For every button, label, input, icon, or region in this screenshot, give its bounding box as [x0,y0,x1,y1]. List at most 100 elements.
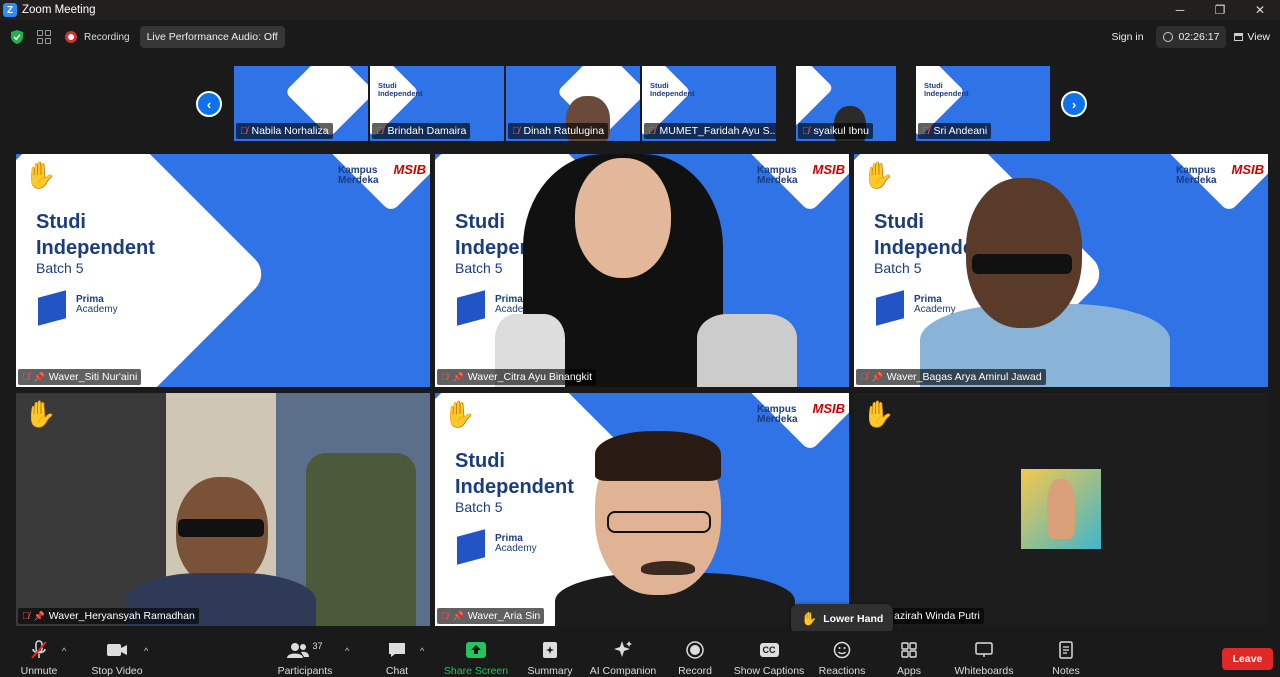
record-icon [686,639,704,661]
participant-name-tag: 🎙̸ 📌 Waver_Citra Ayu Binangkit [437,369,597,385]
muted-mic-icon: 🎙̸ [441,371,449,383]
slide-background: Studi Independent Batch 5 Prima Academy Ka… [435,393,849,626]
muted-mic-icon: 🎙̸ [240,125,248,137]
muted-mic-icon: 🎙̸ [441,610,449,622]
recording-dot-icon [65,31,77,43]
notes-button[interactable]: Notes [1050,631,1082,677]
view-button[interactable]: View [1234,31,1270,43]
raised-hand-icon: ✋ [801,611,818,626]
participants-count: 37 [312,641,323,651]
reactions-button[interactable]: Reactions [818,631,866,677]
video-tile[interactable]: ✋ 🎙̸ 📌 Waver_Heryansyah Ramadhan [16,393,430,626]
captions-cc-icon: CC [759,639,779,661]
minimize-button[interactable]: ─ [1160,0,1200,20]
stop-video-button[interactable]: Stop Video [88,631,146,677]
share-screen-icon [466,639,486,661]
meeting-timer[interactable]: 02:26:17 [1155,26,1227,48]
participant-name-tag: 🎙̸ 📌 Waver_Siti Nur'aini [18,369,142,385]
raised-hand-icon: ✋ [24,160,57,190]
record-button[interactable]: Record [675,631,715,677]
video-camera-icon [106,639,128,661]
video-tile[interactable]: ✋ azirah Winda Putri [854,393,1268,626]
slide-title-line2: Independent [36,237,155,259]
strip-thumbnail[interactable]: 🎙̸ Dinah Ratulugina [506,66,640,141]
muted-mic-icon: 🎙̸ [922,125,930,137]
strip-thumbnail[interactable]: Studi Independent 🎙̸ Brindah Damaira [370,66,504,141]
sign-in-link[interactable]: Sign in [1111,31,1143,43]
participants-label: Participants [277,665,333,677]
participant-name-tag: 🎙̸ 📌 Waver_Aria Sin [437,608,545,624]
chat-button[interactable]: Chat [380,631,414,677]
slide-background: Studi Independent Batch 5 Prima Academy Ka… [435,154,849,387]
pin-icon: 📌 [871,371,883,382]
video-tile[interactable]: Studi Independent Batch 5 Prima Academy Ka… [435,393,849,626]
share-screen-button[interactable]: Share Screen [444,631,508,677]
apps-icon [901,639,917,661]
participant-name-tag: 🎙̸ 📌 Waver_Heryansyah Ramadhan [18,608,199,624]
video-options-chevron-icon[interactable]: ^ [144,646,148,656]
whiteboard-icon [975,639,993,661]
strip-prev-button[interactable]: ‹ [196,91,222,117]
video-tile[interactable]: Studi Independent Batch 5 Prima Academy Ka… [16,154,430,387]
participant-name-tag: 🎙̸ MUMET_Faridah Ayu S... [644,123,776,139]
title-bar: Z Zoom Meeting ─ ❐ ✕ [0,0,1280,20]
notes-icon [1059,639,1073,661]
muted-mic-icon: 🎙̸ [22,610,30,622]
record-label: Record [678,665,712,677]
participant-name: syaikul Ibnu [813,125,869,137]
raised-hand-icon: ✋ [862,160,895,190]
meeting-info-grid-icon[interactable] [37,30,51,44]
show-captions-button[interactable]: CC Show Captions [733,631,805,677]
zoom-logo-icon: Z [3,3,17,17]
strip-thumbnail[interactable]: Studi Independent 🎙̸ MUMET_Faridah Ayu S..… [642,66,776,141]
close-button[interactable]: ✕ [1240,0,1280,20]
strip-next-button[interactable]: › [1061,91,1087,117]
muted-mic-icon: 🎙̸ [860,371,868,383]
apps-button[interactable]: Apps [895,631,923,677]
summary-document-icon [542,639,558,661]
muted-mic-icon: 🎙̸ [512,125,520,137]
profile-picture [1021,469,1101,549]
msib-logo: MSIB [393,162,427,177]
meeting-top-bar: Recording Live Performance Audio: Off Si… [0,20,1280,54]
strip-thumbnail[interactable]: Studi Independent 🎙̸ Sri Andeani [916,66,1050,141]
recording-indicator[interactable]: Recording [65,31,130,43]
video-tile[interactable]: Studi Independent Batch 5 Prima Academy Ka… [435,154,849,387]
maximize-button[interactable]: ❐ [1200,0,1240,20]
participants-icon: 37 [287,639,323,661]
participants-options-chevron-icon[interactable]: ^ [345,646,349,656]
strip-thumbnail[interactable]: 🎙̸ syaikul Ibnu [796,66,896,141]
raised-hand-icon: ✋ [862,399,895,429]
slide-background: Studi Independent Batch 5 Prima Academy Ka… [16,154,430,387]
participant-name-tag: 🎙̸ Sri Andeani [918,123,992,139]
strip-thumbnail[interactable]: 🎙̸ Nabila Norhaliza [234,66,368,141]
audio-options-chevron-icon[interactable]: ^ [62,646,66,656]
ai-companion-button[interactable]: AI Companion [588,631,658,677]
view-layout-icon [1234,33,1244,41]
chat-options-chevron-icon[interactable]: ^ [420,646,424,656]
stop-video-label: Stop Video [91,665,143,677]
muted-mic-icon: 🎙̸ [648,125,656,137]
live-performance-audio-button[interactable]: Live Performance Audio: Off [139,26,285,48]
apps-label: Apps [897,665,921,677]
participants-button[interactable]: 37 Participants [274,631,336,677]
video-tile[interactable]: Studi Independent Batch 5 Prima Academy Ka… [854,154,1268,387]
muted-mic-icon [30,639,48,661]
leave-button[interactable]: Leave [1222,648,1273,670]
notes-label: Notes [1052,665,1080,677]
unmute-button[interactable]: Unmute [18,631,60,677]
summary-button[interactable]: Summary [526,631,574,677]
ai-sparkle-icon [613,639,633,661]
share-screen-label: Share Screen [443,665,509,677]
whiteboards-button[interactable]: Whiteboards [952,631,1016,677]
participant-name: Waver_Citra Ayu Binangkit [467,371,593,383]
slide-title-line1: Studi [36,211,86,233]
security-shield-icon[interactable] [10,30,23,44]
raised-hand-icon: ✋ [24,399,57,429]
pin-icon: 📌 [452,371,464,382]
lower-hand-button[interactable]: ✋ Lower Hand [791,604,894,634]
emoji-smile-icon [833,639,851,661]
participant-name: Waver_Aria Sin [467,610,541,622]
chat-label: Chat [385,665,409,677]
window-title: Zoom Meeting [22,4,96,16]
